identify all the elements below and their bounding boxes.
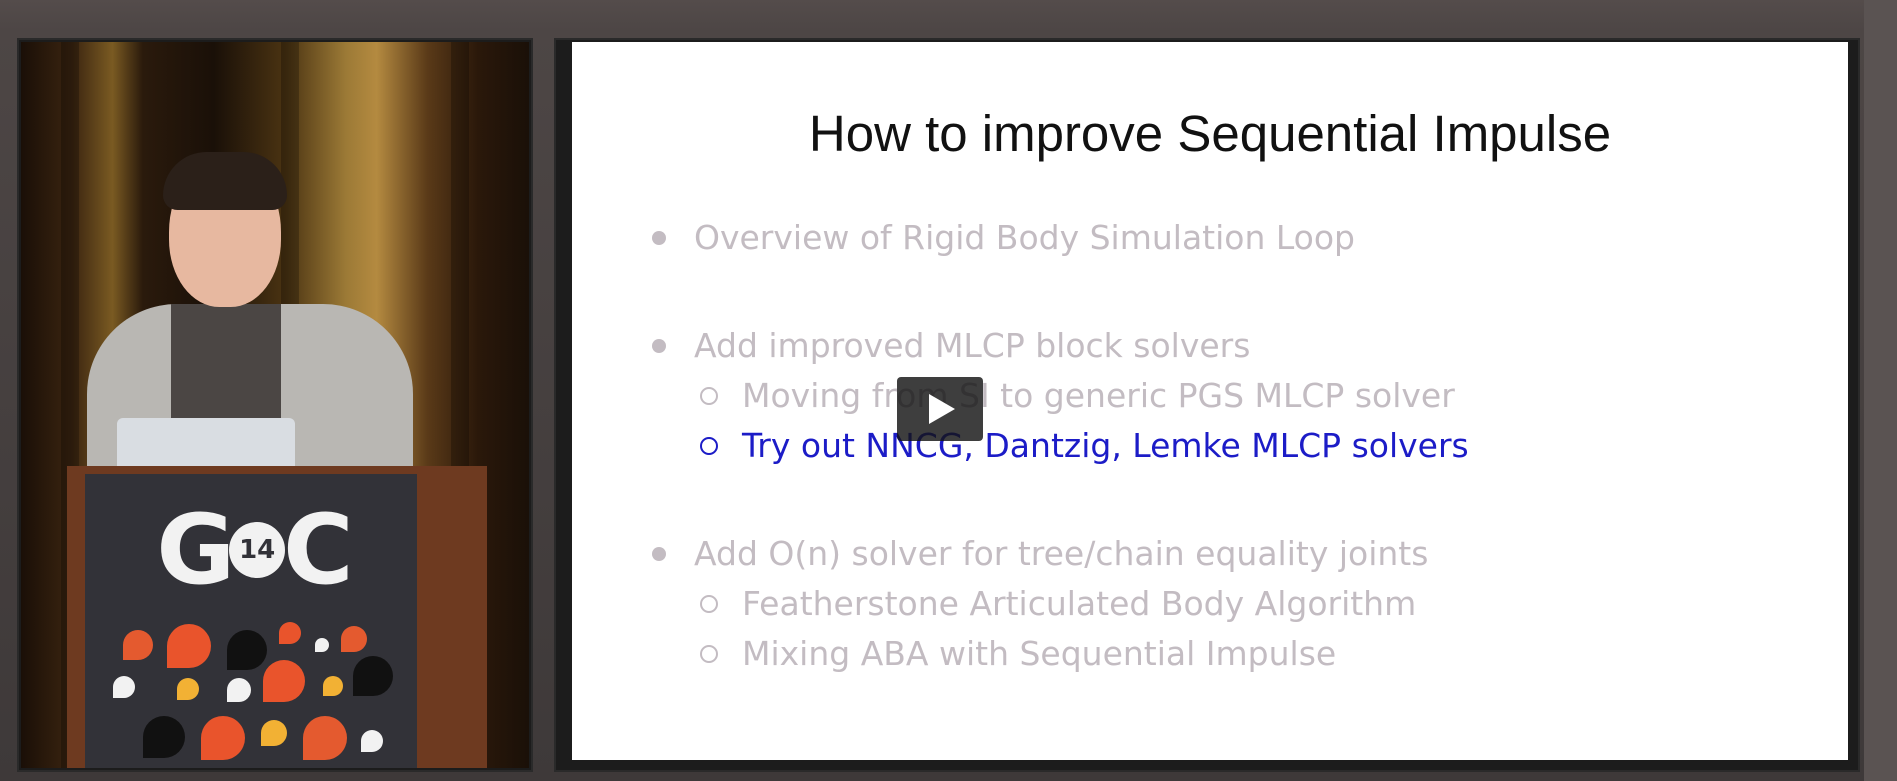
slide-subbullet: Moving from SI to generic PGS MLCP solve… — [700, 376, 1455, 415]
bullet-text: Try out NNCG, Dantzig, Lemke MLCP solver… — [742, 426, 1469, 465]
player-edge — [1864, 0, 1897, 781]
bullet-text: Add O(n) solver for tree/chain equality … — [694, 534, 1429, 573]
bullet-text: Add improved MLCP block solvers — [694, 326, 1251, 365]
bullet-circle-icon — [700, 644, 718, 663]
slide-bullet: Overview of Rigid Body Simulation Loop — [652, 218, 1355, 257]
slide-bullet: Add O(n) solver for tree/chain equality … — [652, 534, 1428, 573]
speaker-video: G 14 C — [21, 42, 529, 768]
slide-video-panel: How to improve Sequential Impulse Overvi… — [554, 38, 1860, 772]
bullet-circle-icon — [700, 436, 718, 455]
play-icon — [929, 394, 955, 424]
bullet-text: Overview of Rigid Body Simulation Loop — [694, 218, 1355, 257]
speaker-video-panel: G 14 C — [17, 38, 533, 772]
gdc-logo-left: G — [156, 494, 235, 606]
slide-subbullet-active: Try out NNCG, Dantzig, Lemke MLCP solver… — [700, 426, 1469, 465]
gdc-logo-badge: 14 — [229, 522, 286, 578]
bullet-text: Featherstone Articulated Body Algorithm — [742, 584, 1417, 623]
bullet-dot-icon — [652, 338, 666, 353]
bullet-dot-icon — [652, 230, 666, 245]
speaker-hair — [163, 152, 287, 210]
gdc-logo: G 14 C — [103, 490, 403, 610]
slide-bullet: Add improved MLCP block solvers — [652, 326, 1250, 365]
video-player[interactable]: G 14 C How to improve Sequential Impulse… — [0, 0, 1897, 781]
bullet-circle-icon — [700, 386, 718, 405]
bullet-circle-icon — [700, 594, 718, 613]
slide: How to improve Sequential Impulse Overvi… — [572, 42, 1848, 760]
bullet-dot-icon — [652, 546, 666, 561]
slide-subbullet: Featherstone Articulated Body Algorithm — [700, 584, 1416, 623]
bullet-text: Mixing ABA with Sequential Impulse — [742, 634, 1337, 673]
play-button[interactable] — [897, 377, 983, 441]
podium-pattern — [103, 620, 403, 768]
slide-title: How to improve Sequential Impulse — [808, 105, 1612, 162]
bullet-text: Moving from SI to generic PGS MLCP solve… — [742, 376, 1455, 415]
slide-subbullet: Mixing ABA with Sequential Impulse — [700, 634, 1336, 673]
gdc-logo-right: C — [283, 494, 353, 606]
